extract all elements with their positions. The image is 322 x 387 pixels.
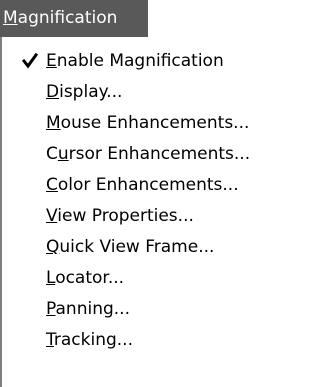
menu-title[interactable]: Magnification <box>0 0 148 37</box>
menu-item-label: Cursor Enhancements... <box>46 144 251 164</box>
menu-item-label: Color Enhancements... <box>46 175 239 195</box>
menu-item-display[interactable]: Display... <box>2 77 322 107</box>
menu-item-cursor-enhancements[interactable]: Cursor Enhancements... <box>2 139 322 169</box>
menu-item-label: Display... <box>46 82 123 102</box>
menu-item-label: Mouse Enhancements... <box>46 113 250 133</box>
magnification-dropdown-menu: Enable Magnification Display... Mouse En… <box>0 37 322 387</box>
menu-item-label: Enable Magnification <box>46 51 224 71</box>
menu-title-label: Magnification <box>3 8 118 28</box>
menu-item-label: Panning... <box>46 299 130 319</box>
menu-item-mouse-enhancements[interactable]: Mouse Enhancements... <box>2 108 322 138</box>
menu-item-label: Locator... <box>46 268 125 288</box>
menu-item-tracking[interactable]: Tracking... <box>2 325 322 355</box>
menu-item-panning[interactable]: Panning... <box>2 294 322 324</box>
menu-item-quick-view-frame[interactable]: Quick View Frame... <box>2 232 322 262</box>
menu-item-label: Tracking... <box>46 330 133 350</box>
menu-item-enable-magnification[interactable]: Enable Magnification <box>2 46 322 76</box>
checkmark-icon <box>20 46 40 76</box>
menu-item-label: Quick View Frame... <box>46 237 215 257</box>
menu-item-color-enhancements[interactable]: Color Enhancements... <box>2 170 322 200</box>
menu-item-locator[interactable]: Locator... <box>2 263 322 293</box>
menu-screen: Magnification Enable Magnification Displ… <box>0 0 322 387</box>
menu-item-label: View Properties... <box>46 206 194 226</box>
menu-item-view-properties[interactable]: View Properties... <box>2 201 322 231</box>
